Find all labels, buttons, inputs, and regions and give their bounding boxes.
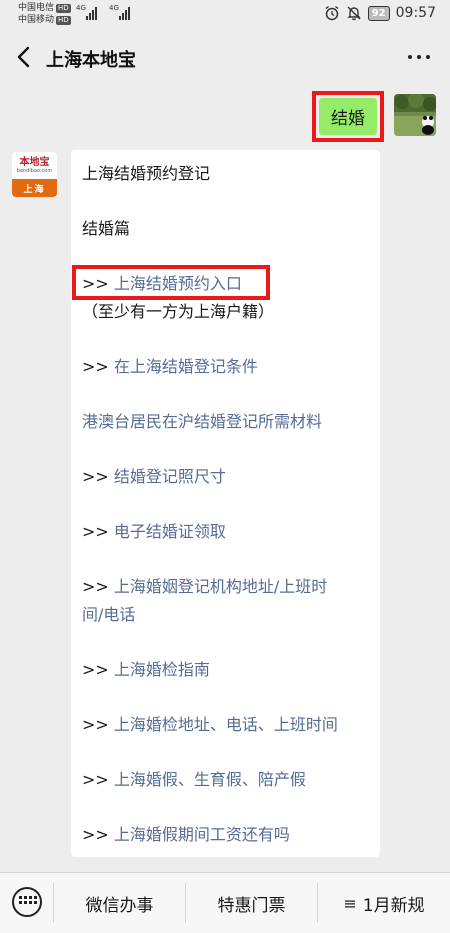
network-type-label: 4G [76,4,86,12]
link-prefix: >> [82,715,109,734]
reply-link-item[interactable]: >> 结婚登记照尺寸 [82,466,226,488]
alarm-icon [325,5,339,21]
hd-badge: HD [56,16,71,25]
link-prefix: >> [82,770,109,789]
reply-link-item[interactable]: >> 上海婚假、生育假、陪产假 [82,769,306,791]
network-type-label: 4G [109,4,119,12]
link-prefix: >> [82,660,109,679]
reply-heading: 上海结婚预约登记 [82,164,211,183]
hd-badge: HD [56,4,71,13]
reply-note: （至少有一方为上海户籍） [82,302,275,321]
signal-icons: 4G 4G [76,4,130,20]
link-prefix: >> [82,522,109,541]
bot-logo-city: 上海 [12,179,57,197]
signal-icon: 4G [109,4,130,20]
link-prefix: >> [82,825,109,844]
leave-salary-link[interactable]: 上海婚假期间工资还有吗 [114,825,290,844]
battery-indicator: 92 [367,5,390,21]
page-title: 上海本地宝 [46,50,136,71]
carrier-2-label: 中国移动 [18,15,55,25]
reply-link-item[interactable]: >> 上海婚假期间工资还有吗 [82,824,290,846]
user-avatar[interactable] [394,94,436,136]
registry-office-address-link-cont[interactable]: 间/电话 [82,604,135,626]
hk-macau-taiwan-materials-link[interactable]: 港澳台居民在沪结婚登记所需材料 [82,411,322,433]
chat-header: 上海本地宝 [0,36,450,80]
signal-icon: 4G [76,4,97,20]
premarital-check-guide-link[interactable]: 上海婚检指南 [114,660,210,679]
menu-item-label: 1月新规 [362,896,425,916]
menu-item-discount-tickets[interactable]: 特惠门票 [186,873,317,933]
reply-link-item[interactable]: >> 上海婚检地址、电话、上班时间 [82,714,338,736]
status-bar: 中国电信 HD 中国移动 HD 4G 4G 92 09:57 [0,0,450,30]
clock: 09:57 [395,5,436,21]
keyboard-toggle-icon[interactable] [12,887,42,917]
bot-logo-subtext: bendibao.com [16,168,53,174]
menu-item-wechat-services[interactable]: 微信办事 [54,873,185,933]
reply-link-item[interactable]: >> 上海婚检指南 [82,659,210,681]
highlight-box: 结婚 [312,91,384,142]
reply-link-item[interactable]: >> 在上海结婚登记条件 [82,356,258,378]
photo-size-link[interactable]: 结婚登记照尺寸 [114,467,226,486]
submenu-icon: ≡ [343,894,357,913]
bot-logo-text: 本地宝 [19,157,50,168]
reply-link-item[interactable]: >> 电子结婚证领取 [82,521,226,543]
mute-bell-icon [347,6,361,21]
link-prefix: >> [82,577,109,596]
carrier-1-label: 中国电信 [18,3,55,13]
reply-message-bubble: 上海结婚预约登记 结婚篇 >> 上海结婚预约入口 （至少有一方为上海户籍） >>… [71,150,380,857]
premarital-check-address-link[interactable]: 上海婚检地址、电话、上班时间 [114,715,338,734]
registration-conditions-link[interactable]: 在上海结婚登记条件 [114,357,258,376]
bottom-menu-bar: 微信办事 特惠门票 ≡ 1月新规 [0,872,450,933]
highlight-box [72,265,270,300]
outgoing-message-bubble[interactable]: 结婚 [319,98,377,135]
more-options-icon[interactable] [408,55,430,59]
menu-item-new-regulations[interactable]: ≡ 1月新规 [318,873,450,933]
back-arrow-icon[interactable] [12,44,38,70]
registry-office-address-link[interactable]: 上海婚姻登记机构地址/上班时 [114,577,327,596]
link-prefix: >> [82,357,109,376]
electronic-certificate-link[interactable]: 电子结婚证领取 [114,522,226,541]
marriage-leave-link[interactable]: 上海婚假、生育假、陪产假 [114,770,306,789]
carrier-info: 中国电信 HD 中国移动 HD [18,2,71,26]
link-prefix: >> [82,467,109,486]
bot-avatar[interactable]: 本地宝 bendibao.com 上海 [12,152,57,197]
reply-link-item[interactable]: >> 上海婚姻登记机构地址/上班时 [82,576,327,598]
outgoing-message-row: 结婚 [312,91,436,142]
reply-section-title: 结婚篇 [82,219,131,238]
